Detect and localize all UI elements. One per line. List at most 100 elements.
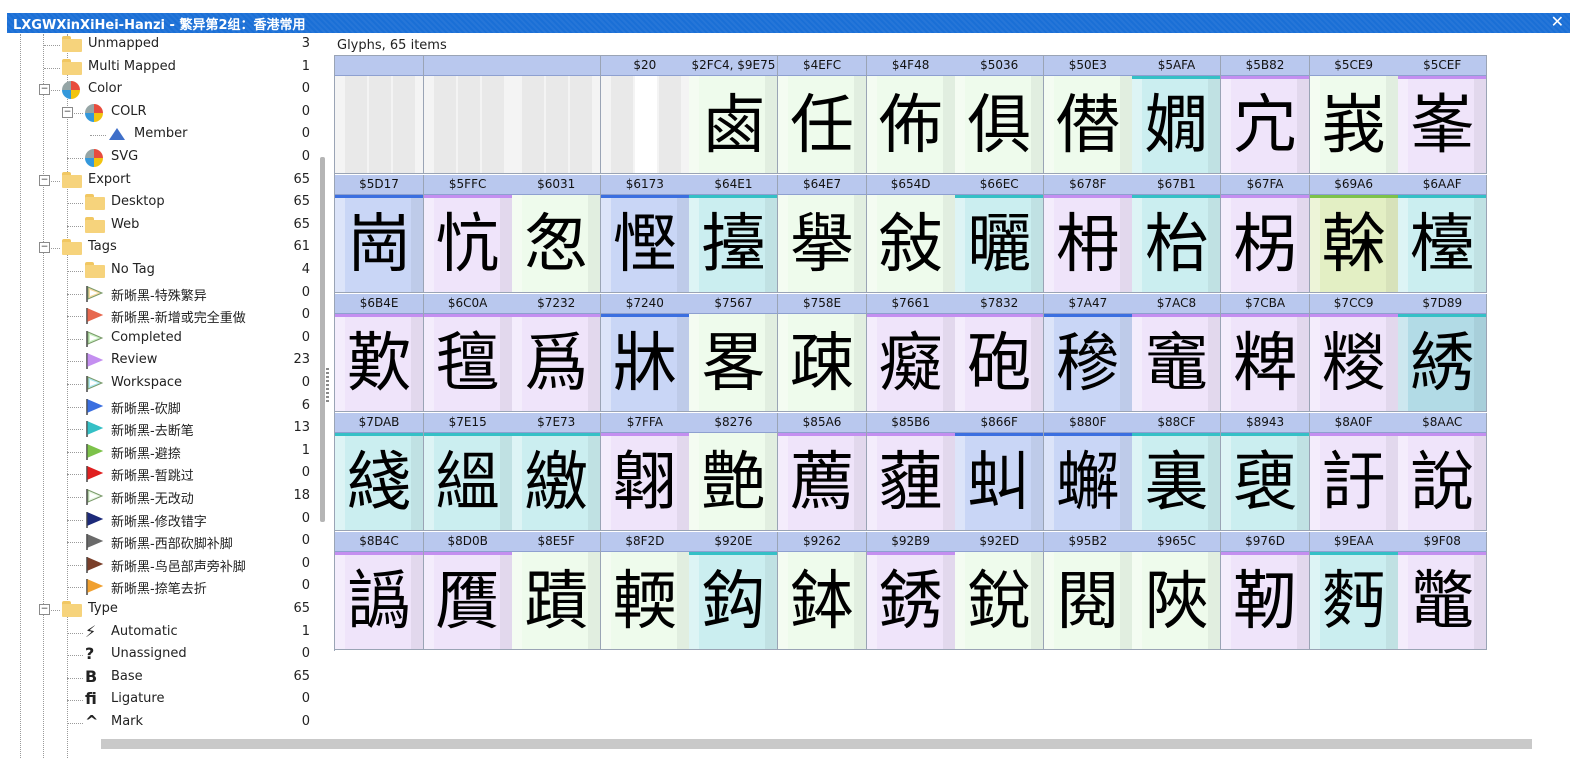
tree-item[interactable]: Web 65 bbox=[7, 215, 312, 237]
tree-item[interactable]: Member 0 bbox=[7, 124, 312, 146]
glyph-cell[interactable]: $866F 虯 bbox=[955, 413, 1045, 531]
glyph-cell[interactable]: $8B4C 譌 bbox=[335, 532, 425, 650]
glyph-cell[interactable] bbox=[423, 56, 513, 174]
tree-item[interactable]: 新晰黑-特殊繁异 0 bbox=[7, 283, 312, 305]
glyph-cell[interactable]: $654D 敍 bbox=[866, 175, 956, 293]
glyph-cell[interactable]: $88CF 裏 bbox=[1132, 413, 1222, 531]
glyph-cell[interactable]: $5AFA 嫺 bbox=[1132, 56, 1222, 174]
glyph-cell[interactable]: $6031 怱 bbox=[512, 175, 602, 293]
glyph-cell[interactable]: $50E3 僣 bbox=[1043, 56, 1133, 174]
tree-item[interactable]: Completed 0 bbox=[7, 328, 312, 350]
glyph-cell[interactable]: $8AAC 說 bbox=[1398, 413, 1488, 531]
tree-item[interactable]: Multi Mapped 1 bbox=[7, 57, 312, 79]
tree-item[interactable]: No Tag 4 bbox=[7, 260, 312, 282]
tree-item[interactable]: 新晰黑-西部砍脚补脚 0 bbox=[7, 531, 312, 553]
glyph-cell[interactable]: $5D17 崗 bbox=[335, 175, 425, 293]
tree-item[interactable]: 新晰黑-无改动 18 bbox=[7, 486, 312, 508]
tree-item[interactable]: 新晰黑-去断笔 13 bbox=[7, 418, 312, 440]
collapse-icon[interactable]: − bbox=[39, 84, 50, 96]
glyph-cell[interactable]: $67FA 柺 bbox=[1221, 175, 1311, 293]
glyph-cell[interactable]: $6AAF 檯 bbox=[1398, 175, 1488, 293]
tree-item[interactable]: − Color 0 bbox=[7, 79, 312, 101]
glyph-cell[interactable]: $8276 艶 bbox=[689, 413, 779, 531]
glyph-cell[interactable]: $64E7 擧 bbox=[778, 175, 868, 293]
glyph-cell[interactable]: $66EC 曬 bbox=[955, 175, 1045, 293]
tree-item[interactable]: SVG 0 bbox=[7, 147, 312, 169]
glyph-cell[interactable]: $976D 靭 bbox=[1221, 532, 1311, 650]
glyph-cell[interactable]: $7DAB 綫 bbox=[335, 413, 425, 531]
glyph-cell[interactable]: $2FC4, $9E75 鹵 bbox=[689, 56, 779, 174]
tree-item[interactable]: − COLR 0 bbox=[7, 102, 312, 124]
tree-item[interactable]: Workspace 0 bbox=[7, 373, 312, 395]
glyph-cell[interactable]: $965C 陜 bbox=[1132, 532, 1222, 650]
glyph-cell[interactable]: $7567 畧 bbox=[689, 294, 779, 412]
glyph-cell[interactable]: $9262 鉢 bbox=[778, 532, 868, 650]
glyph-cell[interactable]: $7832 砲 bbox=[955, 294, 1045, 412]
glyph-cell[interactable]: $758E 疎 bbox=[778, 294, 868, 412]
tree-item[interactable]: 新晰黑-暂跳过 0 bbox=[7, 463, 312, 485]
glyph-cell[interactable]: $7FFA 翺 bbox=[600, 413, 690, 531]
tree-item[interactable]: B Base 65 bbox=[7, 667, 312, 689]
glyph-cell[interactable]: $9EAA 麪 bbox=[1309, 532, 1399, 650]
glyph-cell[interactable]: $5036 俱 bbox=[955, 56, 1045, 174]
tree-item[interactable]: 新晰黑-砍脚 6 bbox=[7, 396, 312, 418]
glyph-cell[interactable]: $880F 蠏 bbox=[1043, 413, 1133, 531]
glyph-cell[interactable]: $6B4E 歎 bbox=[335, 294, 425, 412]
tree-item[interactable]: − Type 65 bbox=[7, 599, 312, 621]
glyph-cell[interactable]: $92B9 銹 bbox=[866, 532, 956, 650]
tree-item[interactable]: Unmapped 3 bbox=[7, 34, 312, 56]
glyph-cell[interactable]: $6C0A 氊 bbox=[423, 294, 513, 412]
glyph-cell[interactable]: $4F48 佈 bbox=[866, 56, 956, 174]
glyph-cell[interactable]: $7CC9 糉 bbox=[1309, 294, 1399, 412]
tree-item[interactable]: ﬁ Ligature 0 bbox=[7, 689, 312, 711]
collapse-icon[interactable]: − bbox=[39, 604, 50, 615]
glyph-cell[interactable]: $7661 癡 bbox=[866, 294, 956, 412]
glyph-cell[interactable] bbox=[335, 56, 425, 174]
glyph-cell[interactable]: $7232 爲 bbox=[512, 294, 602, 412]
glyph-cell[interactable]: $4EFC 任 bbox=[778, 56, 868, 174]
glyph-cell[interactable]: $7E73 繳 bbox=[512, 413, 602, 531]
glyph-cell[interactable]: $7AC8 竈 bbox=[1132, 294, 1222, 412]
glyph-cell[interactable]: $7240 牀 bbox=[600, 294, 690, 412]
glyph-cell[interactable]: $8943 褏 bbox=[1221, 413, 1311, 531]
glyph-cell[interactable]: $9F08 鼈 bbox=[1398, 532, 1488, 650]
tree-item[interactable]: ^ Mark 0 bbox=[7, 712, 312, 734]
collapse-icon[interactable]: − bbox=[39, 174, 50, 186]
collapse-icon[interactable]: − bbox=[39, 242, 50, 254]
tree-item[interactable]: Desktop 65 bbox=[7, 192, 312, 214]
tree-item[interactable]: ⚡ Automatic 1 bbox=[7, 622, 312, 644]
tree-item[interactable]: 新晰黑-新增或完全重做 0 bbox=[7, 305, 312, 327]
panel-splitter[interactable] bbox=[326, 368, 329, 404]
glyph-cell[interactable]: $8A0F 訏 bbox=[1309, 413, 1399, 531]
glyph-cell[interactable]: $5FFC 忼 bbox=[423, 175, 513, 293]
glyph-cell[interactable]: $67B1 枱 bbox=[1132, 175, 1222, 293]
glyph-cell[interactable]: $7CBA 粺 bbox=[1221, 294, 1311, 412]
glyph-cell[interactable] bbox=[512, 56, 602, 174]
tree-item[interactable]: ? Unassigned 0 bbox=[7, 644, 312, 666]
glyph-cell[interactable]: $920E 鈎 bbox=[689, 532, 779, 650]
glyph-cell[interactable]: $8F2D 輭 bbox=[600, 532, 690, 650]
tree-item[interactable]: − Export 65 bbox=[7, 170, 312, 192]
glyph-cell[interactable]: $6173 慳 bbox=[600, 175, 690, 293]
glyph-cell[interactable]: $7D89 綉 bbox=[1398, 294, 1488, 412]
glyph-cell[interactable]: $92ED 銳 bbox=[955, 532, 1045, 650]
tree-item[interactable]: Review 23 bbox=[7, 350, 312, 372]
glyph-cell[interactable]: $5CEF 峯 bbox=[1398, 56, 1488, 174]
tree-item[interactable]: − Tags 61 bbox=[7, 237, 312, 259]
glyph-cell[interactable]: $85B6 薶 bbox=[866, 413, 956, 531]
horizontal-scrollbar[interactable] bbox=[101, 739, 1532, 749]
tree-scrollbar[interactable] bbox=[320, 157, 325, 522]
glyph-cell[interactable]: $64E1 擡 bbox=[689, 175, 779, 293]
glyph-cell[interactable]: $5CE9 峩 bbox=[1309, 56, 1399, 174]
glyph-cell[interactable]: $5B82 宂 bbox=[1221, 56, 1311, 174]
close-icon[interactable]: ✕ bbox=[1551, 13, 1564, 31]
tree-item[interactable]: 新晰黑-修改错字 0 bbox=[7, 509, 312, 531]
collapse-icon[interactable]: − bbox=[62, 106, 73, 118]
glyph-cell[interactable]: $85A6 薦 bbox=[778, 413, 868, 531]
glyph-cell[interactable]: $69A6 榦 bbox=[1309, 175, 1399, 293]
glyph-cell[interactable]: $8E5F 蹟 bbox=[512, 532, 602, 650]
glyph-cell[interactable]: $95B2 閱 bbox=[1043, 532, 1133, 650]
tree-item[interactable]: 新晰黑-鸟邑部声旁补脚 0 bbox=[7, 554, 312, 576]
glyph-cell[interactable]: $8D0B 贋 bbox=[423, 532, 513, 650]
glyph-cell[interactable]: $7E15 縕 bbox=[423, 413, 513, 531]
